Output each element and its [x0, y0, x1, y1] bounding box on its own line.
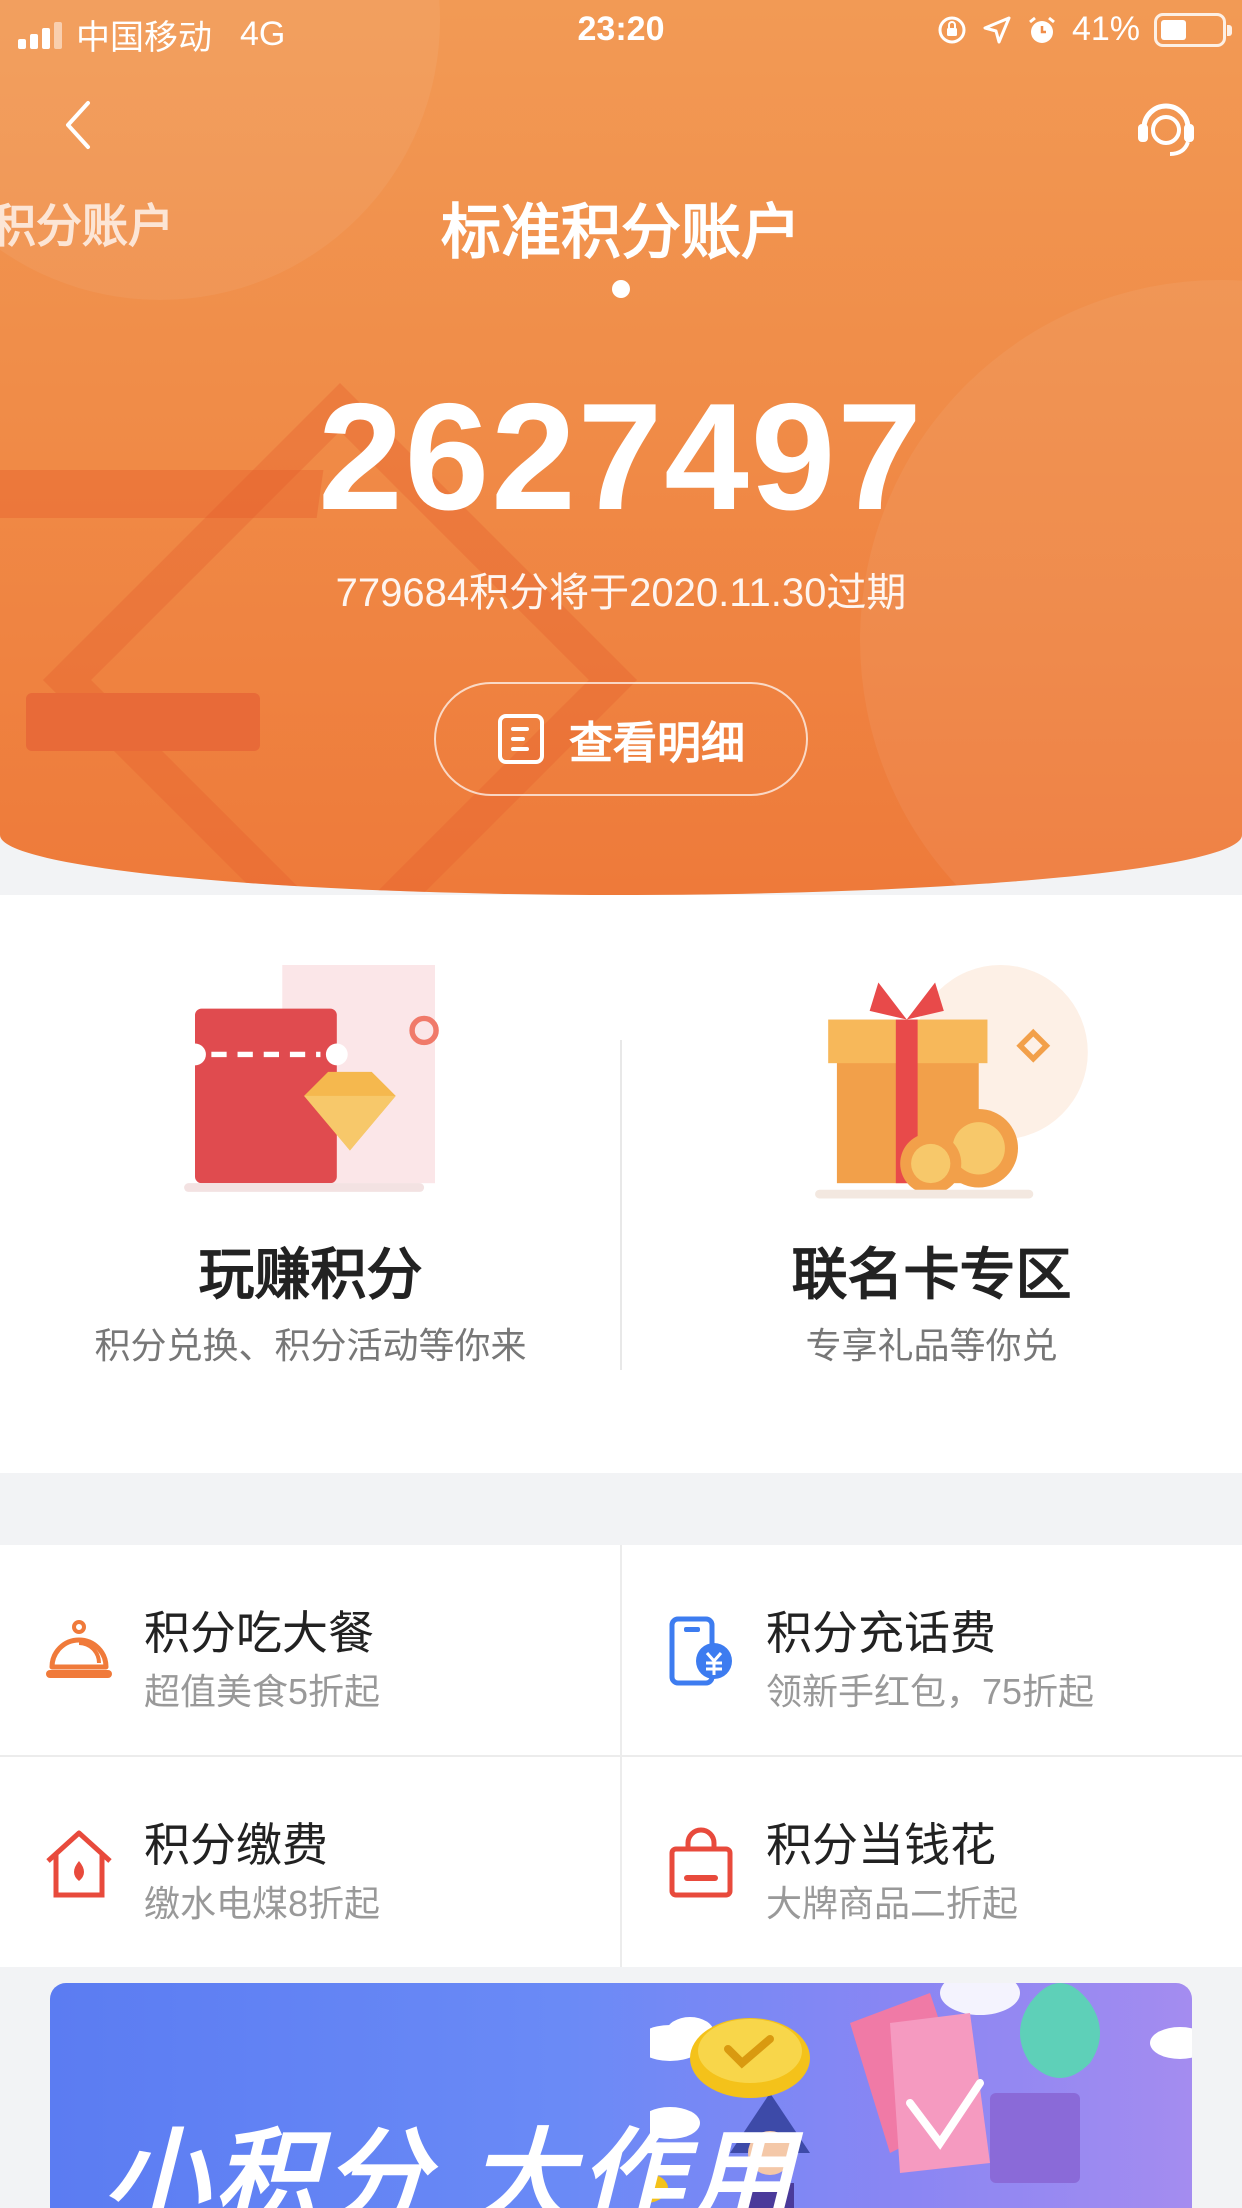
status-bar: 中国移动 4G 23:20 41%	[0, 0, 1242, 60]
banner-slogan: 小积分 大作用	[104, 2121, 799, 2208]
shopping-bag-icon	[669, 1827, 733, 1898]
promo-banner[interactable]: 小积分 大作用	[50, 1983, 1192, 2208]
alarm-icon	[1029, 16, 1055, 43]
feature-card: 玩赚积分 积分兑换、积分活动等你来 联名卡专区 专享礼品等你兑	[0, 895, 1242, 1473]
gift-box-icon	[815, 965, 1088, 1199]
points-balance: 2627497	[318, 372, 924, 542]
rotation-lock-icon	[938, 16, 966, 43]
service-dining[interactable]: 积分吃大餐 超值美食5折起	[0, 1545, 620, 1755]
battery-icon	[1154, 12, 1232, 47]
feature-title: 玩赚积分	[198, 1243, 423, 1306]
service-grid: 积分吃大餐 超值美食5折起 积分充话费 领新手红包，75折起 积分缴费 缴水电煤…	[0, 1545, 1242, 1967]
battery-percent: 41%	[1071, 10, 1140, 48]
service-name: 积分充话费	[766, 1607, 996, 1659]
home-bill-icon	[46, 1830, 112, 1898]
tab-standard-points-account[interactable]: 标准积分账户	[0, 184, 1242, 271]
view-details-label: 查看明细	[569, 719, 745, 768]
service-desc: 超值美食5折起	[144, 1671, 381, 1712]
service-desc: 缴水电煤8折起	[144, 1883, 381, 1924]
feature-subtitle: 积分兑换、积分活动等你来	[94, 1325, 527, 1366]
dining-bell-icon	[46, 1620, 112, 1678]
active-tab-indicator	[612, 280, 630, 298]
service-name: 积分缴费	[144, 1819, 328, 1871]
feature-title: 联名卡专区	[791, 1243, 1072, 1306]
blurred-tab	[26, 693, 260, 751]
document-icon	[498, 714, 544, 764]
service-desc: 大牌商品二折起	[766, 1883, 1019, 1924]
ticket-diamond-icon	[184, 965, 439, 1192]
service-desc: 领新手红包，75折起	[766, 1671, 1095, 1712]
service-spend-points[interactable]: 积分当钱花 大牌商品二折起	[622, 1757, 1242, 1967]
back-button[interactable]	[50, 95, 110, 155]
service-name: 积分吃大餐	[144, 1607, 374, 1659]
view-details-button[interactable]: 查看明细	[434, 682, 808, 796]
expire-note: 779684积分将于2020.11.30过期	[335, 571, 907, 615]
phone-recharge-icon	[669, 1616, 732, 1686]
feature-subtitle: 专享礼品等你兑	[805, 1325, 1058, 1366]
feature-earn-points[interactable]: 玩赚积分 积分兑换、积分活动等你来	[0, 895, 621, 1473]
service-name: 积分当钱花	[766, 1819, 996, 1871]
service-bill-payment[interactable]: 积分缴费 缴水电煤8折起	[0, 1757, 620, 1967]
location-icon	[983, 16, 1011, 43]
account-header: 中国移动 4G 23:20 41% 积分账户 标准积分账户 2627497 77…	[0, 0, 1242, 895]
feature-co-brand-zone[interactable]: 联名卡专区 专享礼品等你兑	[621, 895, 1242, 1473]
service-phone-recharge[interactable]: 积分充话费 领新手红包，75折起	[622, 1545, 1242, 1755]
customer-service-icon[interactable]	[1130, 90, 1202, 162]
divider	[620, 1545, 622, 1967]
